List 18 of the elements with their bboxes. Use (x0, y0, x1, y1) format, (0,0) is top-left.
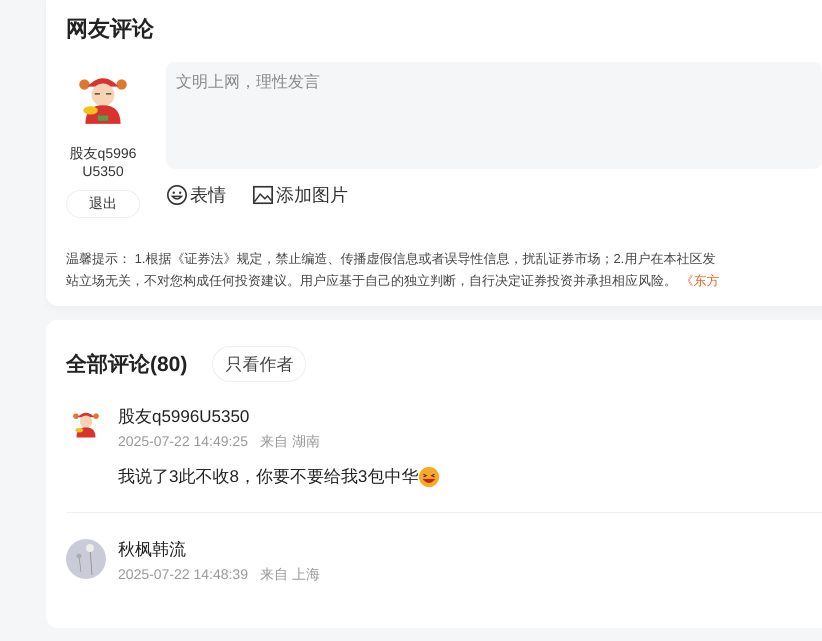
comment-location: 来自 湖南 (260, 433, 320, 451)
logout-button[interactable]: 退出 (66, 190, 140, 218)
section-title: 网友评论 (66, 15, 155, 43)
emoji-button[interactable]: 表情 (166, 183, 226, 207)
add-image-button[interactable]: 添加图片 (252, 183, 348, 207)
author-name[interactable]: 秋枫韩流 (118, 539, 320, 561)
comment-input[interactable]: 文明上网，理性发言 (166, 62, 822, 169)
user-name: 股友q5996U5350 (68, 144, 138, 180)
smiley-icon (166, 184, 188, 206)
image-icon (252, 184, 274, 206)
author-name[interactable]: 股友q5996U5350 (118, 406, 440, 428)
comment-text: 我说了3此不收8，你要不要给我3包中华 (118, 466, 418, 488)
section-title: 全部评论(80) (66, 352, 188, 378)
author-only-button[interactable]: 只看作者 (212, 346, 306, 382)
comment-time: 2025-07-22 14:48:39 (118, 566, 248, 584)
comment-time: 2025-07-22 14:49:25 (118, 433, 248, 451)
notice-text: 温馨提示： 1.根据《证券法》规定，禁止编造、传播虚假信息或者误导性信息，扰乱证券市场；2.用户在本社区发 站立场无关，不对您构成任何投资建议。用户应基于自己的独立判断，自行决定证券投资并承担相应风险。 《东方 (66, 250, 721, 290)
comment-location: 来自 上海 (260, 566, 320, 584)
